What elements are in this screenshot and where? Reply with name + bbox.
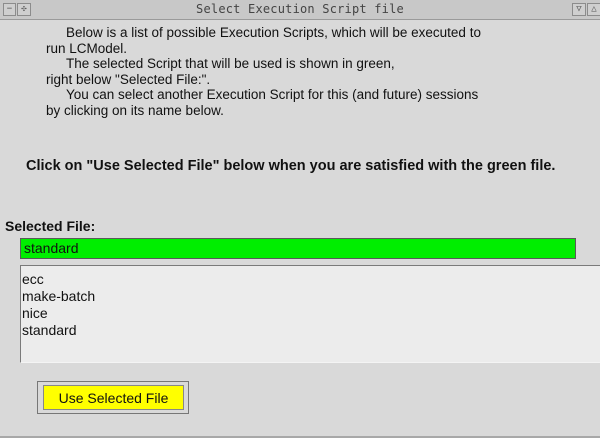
shade-icon[interactable]: ▽	[572, 3, 586, 16]
list-item-nice[interactable]: nice	[21, 305, 600, 322]
use-selected-file-button[interactable]: Use Selected File	[43, 385, 184, 410]
window-menu-icon[interactable]: −	[3, 3, 16, 16]
button-frame: Use Selected File	[37, 381, 189, 414]
move-icon[interactable]: ✣	[17, 3, 31, 16]
title-bar[interactable]: − ✣ Select Execution Script file ▽ △	[0, 0, 600, 20]
list-item-ecc[interactable]: ecc	[21, 271, 600, 288]
instruction-line: The selected Script that will be used is…	[66, 56, 395, 71]
window-title: Select Execution Script file	[196, 2, 404, 16]
instruction-line: run LCModel.	[46, 40, 128, 56]
list-item-standard[interactable]: standard	[21, 322, 600, 339]
bold-instruction: Click on "Use Selected File" below when …	[26, 158, 556, 174]
instructions-text: Below is a list of possible Execution Sc…	[46, 25, 586, 118]
maximize-icon[interactable]: △	[587, 3, 600, 16]
instruction-line: right below "Selected File:".	[46, 71, 211, 87]
instruction-line: by clicking on its name below.	[46, 102, 224, 118]
select-script-window: − ✣ Select Execution Script file ▽ △ Bel…	[0, 0, 600, 438]
list-item-make-batch[interactable]: make-batch	[21, 288, 600, 305]
selected-file-field: standard	[20, 238, 576, 259]
instruction-line: You can select another Execution Script …	[66, 87, 479, 102]
instruction-line: Below is a list of possible Execution Sc…	[66, 25, 481, 40]
selected-file-label: Selected File:	[5, 218, 96, 234]
script-file-list[interactable]: ecc make-batch nice standard	[20, 265, 600, 363]
